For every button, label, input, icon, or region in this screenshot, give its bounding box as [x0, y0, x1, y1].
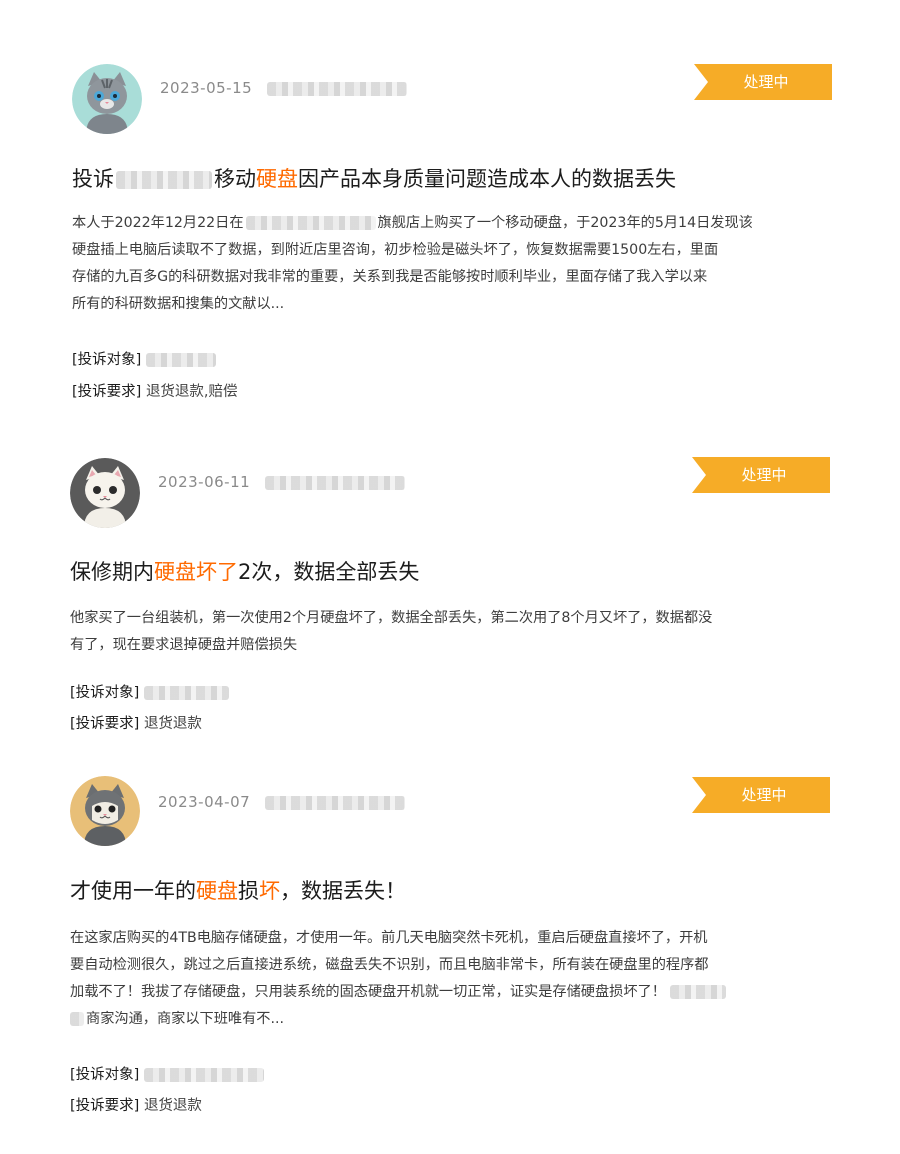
redacted-username — [267, 81, 408, 96]
status-badge: 处理中 — [692, 457, 830, 493]
redacted-target — [143, 686, 229, 700]
complaint-request: [投诉要求] 退货退款 — [70, 1098, 202, 1114]
redacted-brand — [116, 171, 212, 189]
gray-cat-tan-background-icon — [70, 776, 140, 846]
status-badge: 处理中 — [692, 777, 830, 813]
gray-tabby-cat-icon — [72, 64, 142, 134]
redacted-username — [265, 795, 406, 810]
white-cat-icon — [70, 458, 140, 528]
complaint-body: 在这家店购买的4TB电脑存储硬盘，才使用一年。前几天电脑突然卡死机，重启后硬盘直… — [70, 925, 726, 1033]
complaint-card[interactable]: 2023-05-15 处理中 投诉 移动硬盘因产品本身质量问题造成本人的数据丢失 … — [0, 0, 900, 420]
complaint-target: [投诉对象] — [70, 1065, 264, 1085]
redacted-target — [145, 353, 216, 367]
redacted-shop — [245, 216, 376, 230]
complaint-request: [投诉要求] 退货退款 — [70, 716, 202, 732]
status-badge: 处理中 — [694, 64, 832, 100]
complaint-date: 2023-04-07 — [158, 792, 406, 812]
complaint-date: 2023-05-15 — [160, 78, 408, 98]
complaint-title[interactable]: 保修期内硬盘坏了2次，数据全部丢失 — [70, 557, 419, 587]
complaint-target: [投诉对象] — [70, 683, 229, 703]
complaint-target: [投诉对象] — [72, 350, 216, 370]
complaint-request: [投诉要求] 退货退款,赔偿 — [72, 384, 238, 400]
avatar — [70, 458, 140, 528]
avatar — [72, 64, 142, 134]
complaint-title[interactable]: 才使用一年的硬盘损坏，数据丢失！ — [70, 876, 406, 906]
complaint-body: 他家买了一台组装机，第一次使用2个月硬盘坏了，数据全部丢失，第二次用了8个月又坏… — [70, 610, 713, 653]
complaint-title[interactable]: 投诉 移动硬盘因产品本身质量问题造成本人的数据丢失 — [72, 164, 676, 194]
complaint-date: 2023-06-11 — [158, 472, 406, 492]
redacted-target — [143, 1068, 264, 1082]
redacted-text — [669, 985, 726, 999]
redacted-text — [70, 1012, 84, 1026]
redacted-username — [265, 475, 406, 490]
avatar — [70, 776, 140, 846]
complaint-body: 本人于2022年12月22日在 旗舰店上购买了一个移动硬盘，于2023年的5月14… — [72, 215, 753, 312]
